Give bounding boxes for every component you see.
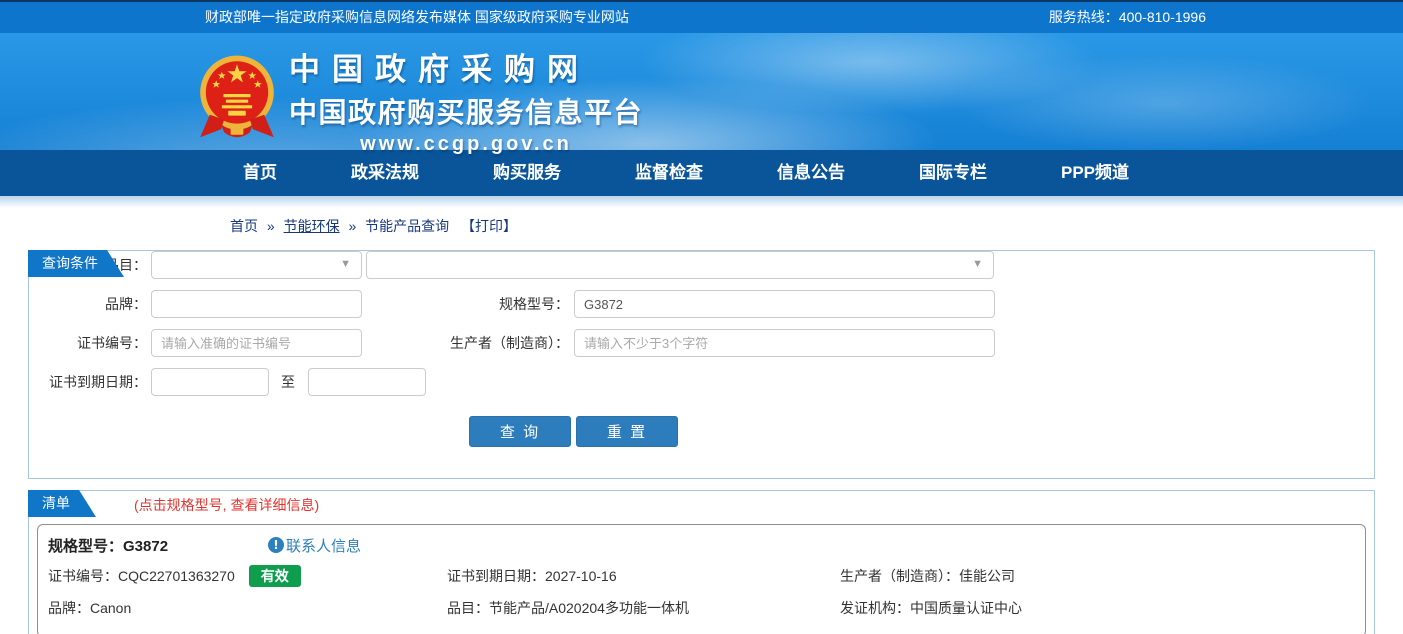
chevron-down-icon: ▼: [972, 258, 983, 270]
result-model-value: G3872: [123, 538, 168, 555]
issuer-cell: 发证机构：中国质量认证中心: [840, 592, 1365, 624]
brand-input[interactable]: [151, 290, 362, 318]
query-panel: 查询条件 品目： ▼ ▼ 品牌： 规格型号： 证书编号： 生产者（制造商）： 证…: [28, 250, 1375, 479]
nav-item-supervision[interactable]: 监督检查: [635, 150, 703, 196]
expiry-start-input[interactable]: [151, 368, 269, 396]
nav-bottom-strip: [0, 196, 1403, 208]
list-panel-hint: (点击规格型号, 查看详细信息): [134, 495, 319, 515]
date-range-to-label: 至: [281, 372, 295, 392]
cert-number-label: 证书编号：: [29, 333, 147, 353]
breadcrumb-separator: »: [267, 218, 275, 234]
category-select-secondary[interactable]: ▼: [366, 251, 994, 279]
expiry-end-input[interactable]: [308, 368, 426, 396]
nav-item-announcements[interactable]: 信息公告: [777, 150, 845, 196]
form-row-cert-maker: 证书编号： 生产者（制造商）：: [29, 329, 1374, 357]
nav-item-purchase-service[interactable]: 购买服务: [493, 150, 561, 196]
nav-item-ppp[interactable]: PPP频道: [1061, 150, 1129, 196]
contact-info-link[interactable]: ! 联系人信息: [268, 535, 361, 556]
category-cell-value: 节能产品/A020204多功能一体机: [489, 592, 689, 624]
result-list-panel: 清单 (点击规格型号, 查看详细信息) 规格型号：G3872 ! 联系人信息 证…: [28, 490, 1375, 634]
manufacturer-input[interactable]: [574, 329, 995, 357]
site-name: 中国政府采购网: [289, 44, 643, 89]
form-row-expiry: 证书到期日期： 至: [29, 368, 1374, 396]
list-panel-title: 清单: [28, 490, 96, 517]
nav-item-international[interactable]: 国际专栏: [919, 150, 987, 196]
form-row-brand-model: 品牌： 规格型号：: [29, 290, 1374, 318]
service-hotline: 服务热线：400-810-1996: [1049, 3, 1206, 32]
main-nav: 首页 政采法规 购买服务 监督检查 信息公告 国际专栏 PPP频道: [0, 150, 1403, 196]
expiry-cell-label: 证书到期日期：: [447, 560, 545, 592]
model-input[interactable]: [574, 290, 995, 318]
category-cell: 品目：节能产品/A020204多功能一体机: [447, 592, 840, 624]
breadcrumb-section-link[interactable]: 节能环保: [284, 218, 340, 234]
result-card-header: 规格型号：G3872 ! 联系人信息: [38, 530, 1365, 560]
model-label: 规格型号：: [362, 294, 569, 314]
manufacturer-cell-label: 生产者（制造商）：: [840, 560, 959, 592]
search-button[interactable]: 查 询: [469, 416, 571, 447]
form-row-category: 品目： ▼ ▼: [29, 251, 1374, 279]
print-link[interactable]: 【打印】: [461, 218, 517, 234]
brand-cell-value: Canon: [90, 592, 131, 624]
platform-name: 中国政府购买服务信息平台: [289, 91, 643, 131]
contact-info-label: 联系人信息: [286, 535, 361, 556]
result-card: 规格型号：G3872 ! 联系人信息 证书编号：CQC22701363270 有…: [37, 524, 1366, 634]
issuer-cell-value: 中国质量认证中心: [910, 592, 1022, 624]
site-url: www.ccgp.gov.cn: [289, 133, 643, 156]
manufacturer-cell: 生产者（制造商）：佳能公司: [840, 560, 1365, 592]
expiry-cell-value: 2027-10-16: [545, 560, 617, 592]
category-select-primary[interactable]: ▼: [151, 251, 362, 279]
nav-item-home[interactable]: 首页: [243, 150, 277, 196]
result-model-label: 规格型号：: [48, 538, 123, 555]
site-slogan: 财政部唯一指定政府采购信息网络发布媒体 国家级政府采购专业网站: [205, 3, 629, 32]
expiry-date-label: 证书到期日期：: [29, 372, 147, 392]
manufacturer-label: 生产者（制造商）：: [362, 333, 569, 353]
category-cell-label: 品目：: [447, 592, 489, 624]
site-logo[interactable]: 中国政府采购网 中国政府购买服务信息平台 www.ccgp.gov.cn: [197, 44, 643, 156]
site-header: 中国政府采购网 中国政府购买服务信息平台 www.ccgp.gov.cn: [0, 33, 1403, 150]
status-badge: 有效: [249, 565, 301, 587]
cert-number-cell-value: CQC22701363270: [118, 560, 235, 592]
result-card-row-1: 证书编号：CQC22701363270 有效 证书到期日期：2027-10-16…: [38, 560, 1365, 592]
top-bar: 财政部唯一指定政府采购信息网络发布媒体 国家级政府采购专业网站 服务热线：400…: [0, 0, 1403, 33]
breadcrumb-separator: »: [348, 218, 356, 234]
nav-item-regulations[interactable]: 政采法规: [351, 150, 419, 196]
national-emblem-icon: [197, 54, 277, 146]
manufacturer-cell-value: 佳能公司: [959, 560, 1015, 592]
site-title-block: 中国政府采购网 中国政府购买服务信息平台 www.ccgp.gov.cn: [289, 44, 643, 156]
cert-number-cell: 证书编号：CQC22701363270 有效: [48, 560, 447, 592]
breadcrumb-current-page: 节能产品查询: [365, 218, 449, 234]
reset-button[interactable]: 重 置: [576, 416, 678, 447]
brand-cell: 品牌：Canon: [48, 592, 447, 624]
info-icon: !: [268, 537, 284, 553]
breadcrumb: 首页 » 节能环保 » 节能产品查询 【打印】: [230, 216, 1403, 236]
issuer-cell-label: 发证机构：: [840, 592, 910, 624]
result-model-link[interactable]: 规格型号：G3872: [48, 535, 268, 556]
brand-label: 品牌：: [29, 294, 147, 314]
expiry-cell: 证书到期日期：2027-10-16: [447, 560, 840, 592]
cert-number-cell-label: 证书编号：: [48, 560, 118, 592]
brand-cell-label: 品牌：: [48, 592, 90, 624]
cert-number-input[interactable]: [151, 329, 362, 357]
form-buttons: 查 询 重 置: [469, 416, 1374, 447]
breadcrumb-home-link[interactable]: 首页: [230, 218, 258, 234]
chevron-down-icon: ▼: [340, 258, 351, 270]
result-card-row-2: 品牌：Canon 品目：节能产品/A020204多功能一体机 发证机构：中国质量…: [38, 592, 1365, 624]
